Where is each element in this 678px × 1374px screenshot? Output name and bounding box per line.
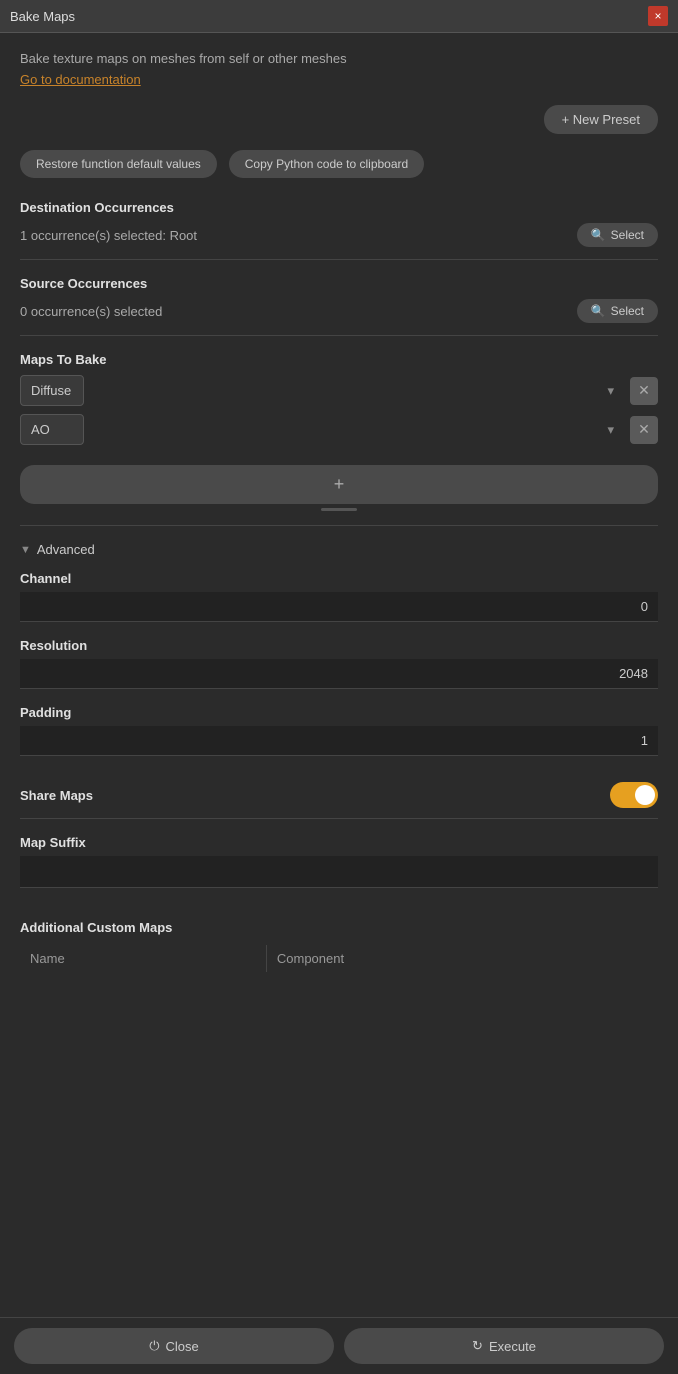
source-row: 0 occurrence(s) selected 🔍 Select xyxy=(20,299,658,323)
remove-diffuse-button[interactable]: ✕ xyxy=(630,377,658,405)
column-component: Component xyxy=(266,945,658,972)
close-window-button[interactable]: × xyxy=(648,6,668,26)
diffuse-select[interactable]: Diffuse AO Normal xyxy=(20,375,84,406)
scroll-indicator-bar xyxy=(321,508,357,511)
padding-label: Padding xyxy=(20,705,658,720)
source-select-button[interactable]: 🔍 Select xyxy=(577,299,658,323)
restore-defaults-button[interactable]: Restore function default values xyxy=(20,150,217,178)
doc-link[interactable]: Go to documentation xyxy=(20,72,658,87)
close-button[interactable]: ⏻ Close xyxy=(14,1328,334,1364)
share-maps-toggle[interactable] xyxy=(610,782,658,808)
column-name: Name xyxy=(20,945,266,972)
share-maps-label: Share Maps xyxy=(20,788,93,803)
resolution-input[interactable]: 2048 xyxy=(20,659,658,689)
maps-to-bake-section: Maps To Bake Diffuse AO Normal ✕ AO xyxy=(20,352,658,526)
custom-maps-table: Name Component xyxy=(20,945,658,972)
channel-section: Channel 0 xyxy=(20,571,658,622)
close-label: Close xyxy=(166,1339,199,1354)
scroll-area[interactable]: Bake texture maps on meshes from self or… xyxy=(0,33,678,1317)
bottom-bar: ⏻ Close ↻ Execute xyxy=(0,1317,678,1374)
copy-python-button[interactable]: Copy Python code to clipboard xyxy=(229,150,424,178)
source-label: Source Occurrences xyxy=(20,276,658,291)
ao-row: AO Diffuse Normal ✕ xyxy=(20,414,658,445)
destination-select-label: Select xyxy=(611,228,644,242)
description-text: Bake texture maps on meshes from self or… xyxy=(20,51,658,66)
execute-label: Execute xyxy=(489,1339,536,1354)
search-icon-2: 🔍 xyxy=(591,304,606,318)
destination-text: 1 occurrence(s) selected: Root xyxy=(20,228,197,243)
divider-2 xyxy=(20,335,658,336)
channel-label: Channel xyxy=(20,571,658,586)
ao-select-wrapper: AO Diffuse Normal xyxy=(20,414,624,445)
window-title: Bake Maps xyxy=(10,9,75,24)
padding-section: Padding 1 xyxy=(20,705,658,756)
additional-custom-maps-section: Additional Custom Maps Name Component xyxy=(20,920,658,972)
source-text: 0 occurrence(s) selected xyxy=(20,304,162,319)
share-maps-row: Share Maps xyxy=(20,772,658,819)
destination-select-button[interactable]: 🔍 Select xyxy=(577,223,658,247)
map-suffix-input[interactable] xyxy=(20,856,658,888)
padding-input[interactable]: 1 xyxy=(20,726,658,756)
custom-maps-label: Additional Custom Maps xyxy=(20,920,658,935)
execute-icon: ↻ xyxy=(472,1338,483,1354)
resolution-value: 2048 xyxy=(619,666,648,681)
diffuse-select-wrapper: Diffuse AO Normal xyxy=(20,375,624,406)
resolution-label: Resolution xyxy=(20,638,658,653)
resolution-section: Resolution 2048 xyxy=(20,638,658,689)
maps-to-bake-label: Maps To Bake xyxy=(20,352,658,367)
diffuse-row: Diffuse AO Normal ✕ xyxy=(20,375,658,406)
destination-occurrences-section: Destination Occurrences 1 occurrence(s) … xyxy=(20,200,658,260)
channel-value: 0 xyxy=(641,599,648,614)
top-buttons-row: + New Preset xyxy=(20,105,658,134)
remove-ao-button[interactable]: ✕ xyxy=(630,416,658,444)
source-occurrences-section: Source Occurrences 0 occurrence(s) selec… xyxy=(20,276,658,336)
destination-label: Destination Occurrences xyxy=(20,200,658,215)
advanced-label: Advanced xyxy=(37,542,95,557)
ao-select[interactable]: AO Diffuse Normal xyxy=(20,414,84,445)
map-suffix-section: Map Suffix xyxy=(20,835,658,904)
action-buttons-row: Restore function default values Copy Pyt… xyxy=(20,150,658,178)
main-content: Bake texture maps on meshes from self or… xyxy=(0,33,678,1317)
divider-1 xyxy=(20,259,658,260)
scroll-indicator xyxy=(20,508,658,511)
table-header-row: Name Component xyxy=(20,945,658,972)
add-map-button[interactable]: + xyxy=(20,465,658,504)
advanced-toggle[interactable]: ▼ Advanced xyxy=(20,542,658,557)
search-icon: 🔍 xyxy=(591,228,606,242)
title-bar: Bake Maps × xyxy=(0,0,678,33)
chevron-down-icon: ▼ xyxy=(20,544,31,556)
source-select-label: Select xyxy=(611,304,644,318)
map-suffix-label: Map Suffix xyxy=(20,835,658,850)
padding-value: 1 xyxy=(641,733,648,748)
execute-button[interactable]: ↻ Execute xyxy=(344,1328,664,1364)
destination-row: 1 occurrence(s) selected: Root 🔍 Select xyxy=(20,223,658,247)
toggle-slider xyxy=(610,782,658,808)
power-icon: ⏻ xyxy=(149,1338,159,1354)
divider-3 xyxy=(20,525,658,526)
channel-input[interactable]: 0 xyxy=(20,592,658,622)
new-preset-button[interactable]: + New Preset xyxy=(544,105,658,134)
